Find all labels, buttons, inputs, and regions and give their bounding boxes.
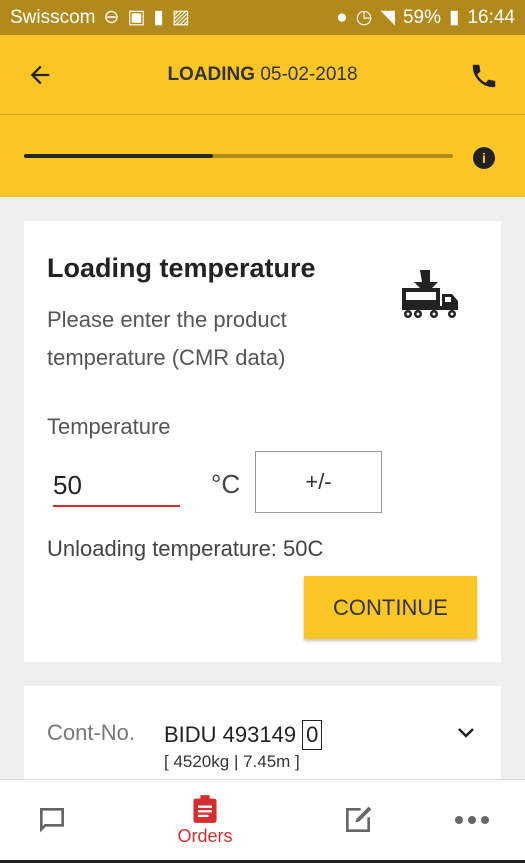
- edit-icon: [346, 806, 372, 832]
- page-title: LOADING 05-02-2018: [167, 63, 358, 85]
- chat-icon: [40, 808, 64, 833]
- battery-icon: ▮: [448, 7, 460, 28]
- continue-button[interactable]: CONTINUE: [304, 576, 477, 639]
- more-icon: [455, 816, 489, 824]
- unit-label: °C: [211, 469, 241, 499]
- clock: 16:44: [467, 6, 515, 28]
- nav-orders-label: Orders: [177, 825, 233, 846]
- phone-icon[interactable]: [469, 61, 499, 91]
- status-bar: Swisscom ⊖ ▣ ▮ ▨ ● ◷ ◥ 59% ▮ 16:44: [0, 0, 525, 35]
- activity-icon: ▨: [171, 7, 190, 28]
- info-icon[interactable]: i: [473, 147, 495, 169]
- nav-edit[interactable]: [338, 780, 378, 860]
- nav-more[interactable]: [450, 780, 494, 860]
- battery-plus-icon: ▮: [153, 7, 164, 28]
- truck-loading-icon: [402, 270, 458, 318]
- temperature-input[interactable]: [53, 465, 180, 507]
- bottom-nav: Orders: [0, 779, 525, 863]
- temperature-label: Temperature: [47, 414, 171, 439]
- nav-orders[interactable]: Orders: [160, 780, 250, 860]
- container-count: 0: [302, 720, 323, 750]
- unloading-temperature: Unloading temperature: 50C: [47, 536, 324, 561]
- location-icon: ●: [336, 6, 348, 28]
- container-card[interactable]: Cont-No. BIDU 493149 0 [ 4520kg | 7.45m ]: [24, 686, 501, 786]
- container-number: BIDU 493149 0: [164, 720, 323, 750]
- chevron-down-icon[interactable]: [456, 726, 476, 740]
- app-bar: LOADING 05-02-2018 i: [0, 35, 525, 197]
- container-label: Cont-No.: [47, 720, 136, 745]
- alarm-icon: ◷: [355, 7, 373, 28]
- sign-toggle-button[interactable]: +/-: [255, 451, 382, 513]
- container-details: [ 4520kg | 7.45m ]: [164, 752, 300, 771]
- carrier: Swisscom: [10, 6, 96, 28]
- loading-temperature-card: Loading temperature Please enter the pro…: [24, 221, 501, 662]
- progress-bar: [24, 154, 453, 158]
- wifi-icon: ◥: [380, 7, 395, 28]
- back-arrow-icon[interactable]: [26, 61, 54, 89]
- battery-level: 59%: [402, 6, 441, 28]
- card-subtitle: Please enter the product temperature (CM…: [47, 307, 287, 370]
- image-icon: ▣: [127, 7, 146, 28]
- dnd-icon: ⊖: [103, 7, 120, 28]
- card-title: Loading temperature: [47, 253, 316, 283]
- clipboard-icon: [193, 794, 217, 823]
- nav-messages[interactable]: [30, 780, 74, 860]
